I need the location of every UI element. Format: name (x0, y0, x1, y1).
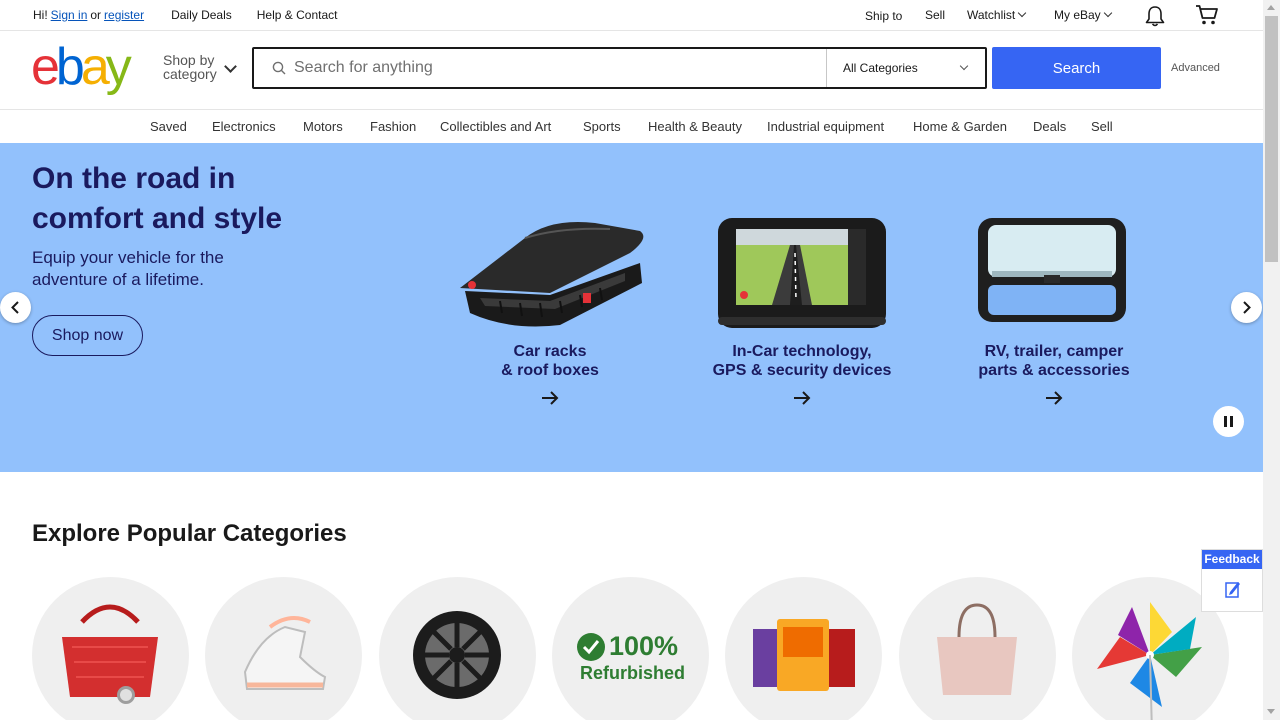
nav-item-health-beauty[interactable]: Health & Beauty (648, 119, 742, 134)
nav-item-fashion[interactable]: Fashion (370, 119, 416, 134)
arrow-right-icon (542, 391, 559, 405)
nav-item-collectibles-art[interactable]: Collectibles and Art (440, 119, 551, 134)
shop-by-category-button[interactable]: Shop by category (163, 53, 217, 81)
help-contact-link[interactable]: Help & Contact (257, 8, 338, 22)
tile-label-line1: In-Car technology, (732, 343, 872, 360)
watchlist-dropdown[interactable]: Watchlist (967, 8, 1027, 22)
logo-letter-y: y (105, 38, 132, 96)
main-header: ebay Shop by category All Categories Sea… (0, 31, 1263, 110)
refurbished-label: Refurbished (580, 663, 686, 683)
nav-item-sports[interactable]: Sports (583, 119, 621, 134)
refurbished-percent: 100% (609, 631, 679, 661)
carousel-pause-button[interactable] (1213, 406, 1244, 437)
search-input[interactable] (294, 57, 814, 79)
tile-label-line1: Car racks (513, 343, 587, 360)
nav-item-sell[interactable]: Sell (1091, 119, 1113, 134)
my-ebay-label: My eBay (1054, 8, 1101, 22)
pause-icon (1230, 416, 1233, 427)
logo-letter-b: b (55, 38, 85, 96)
sell-link[interactable]: Sell (925, 8, 945, 22)
hero-title: On the road in comfort and style (32, 162, 283, 235)
hero-tile-rv-trailer-parts[interactable]: RV, trailer, camper parts & accessories (934, 213, 1174, 433)
chevron-down-icon (1103, 8, 1112, 18)
category-nav: Saved Electronics Motors Fashion Collect… (0, 110, 1263, 143)
shop-now-button[interactable]: Shop now (32, 315, 143, 356)
scroll-up-arrow-icon[interactable] (1267, 5, 1275, 10)
logo-letter-a: a (80, 38, 110, 96)
watchlist-label: Watchlist (967, 8, 1016, 22)
tote-bag-icon (937, 603, 1017, 695)
bell-icon[interactable] (1144, 5, 1166, 27)
tile-label: RV, trailer, camper parts & accessories (934, 342, 1174, 380)
rv-window-image (978, 218, 1126, 322)
advanced-search-link[interactable]: Advanced (1171, 62, 1220, 74)
scrollbar-thumb[interactable] (1265, 16, 1278, 262)
tile-label-line2: parts & accessories (978, 362, 1130, 379)
nav-item-deals[interactable]: Deals (1033, 119, 1066, 134)
nav-item-industrial-equipment[interactable]: Industrial equipment (767, 119, 884, 134)
category-circle-sneakers[interactable] (205, 577, 362, 720)
cart-icon[interactable] (1195, 4, 1219, 26)
logo-letter-e: e (31, 38, 60, 96)
feedback-tab[interactable]: Feedback (1201, 549, 1263, 612)
chevron-left-icon (11, 301, 19, 314)
tile-label-line2: GPS & security devices (712, 362, 892, 379)
shop-by-line1: Shop by (163, 52, 215, 68)
hero-subtitle: Equip your vehicle for the adventure of … (32, 248, 224, 289)
daily-deals-link[interactable]: Daily Deals (171, 8, 232, 22)
category-circle-refurbished[interactable]: 100% Refurbished (552, 577, 709, 720)
sneaker-icon (243, 616, 327, 690)
greeting-text: Hi! (33, 8, 48, 22)
page-scrollbar[interactable] (1263, 0, 1280, 720)
nav-item-motors[interactable]: Motors (303, 119, 343, 134)
arrow-right-icon (1046, 391, 1063, 405)
ebay-logo[interactable]: ebay (31, 38, 132, 96)
tile-label: Car racks & roof boxes (430, 342, 670, 380)
tile-label-line1: RV, trailer, camper (984, 343, 1124, 360)
handbag-icon (62, 604, 158, 704)
search-icon (272, 61, 286, 75)
trading-cards-icon (753, 619, 855, 691)
wheel-icon (413, 611, 501, 699)
chevron-down-icon[interactable] (224, 60, 237, 73)
search-button[interactable]: Search (992, 47, 1161, 89)
greeting-group: Hi! Sign in or register Daily Deals Help… (33, 8, 337, 22)
ship-to-link[interactable]: Ship to (865, 9, 902, 23)
roof-box-image (460, 222, 644, 327)
category-circle-tote-bags[interactable] (899, 577, 1056, 720)
arrow-right-icon (794, 391, 811, 405)
search-bar: All Categories (252, 47, 987, 89)
sign-in-link[interactable]: Sign in (51, 8, 88, 22)
chevron-down-icon (959, 61, 969, 71)
nav-item-electronics[interactable]: Electronics (212, 119, 276, 134)
hero-tile-car-racks[interactable]: Car racks & roof boxes (430, 213, 670, 433)
chevron-right-icon (1243, 301, 1251, 314)
feedback-note-icon (1225, 582, 1240, 598)
category-circle-trading-cards[interactable] (725, 577, 882, 720)
tile-label: In-Car technology, GPS & security device… (682, 342, 922, 380)
register-link[interactable]: register (104, 8, 144, 22)
category-select-value: All Categories (843, 61, 918, 75)
category-select[interactable]: All Categories (826, 49, 987, 87)
explore-categories-title: Explore Popular Categories (32, 520, 347, 547)
hero-tile-in-car-technology[interactable]: In-Car technology, GPS & security device… (682, 213, 922, 433)
my-ebay-dropdown[interactable]: My eBay (1054, 8, 1112, 22)
category-circle-wheels[interactable] (379, 577, 536, 720)
tile-label-line2: & roof boxes (501, 362, 599, 379)
scroll-down-arrow-icon[interactable] (1267, 709, 1275, 714)
feedback-label: Feedback (1202, 550, 1262, 569)
nav-item-home-garden[interactable]: Home & Garden (913, 119, 1007, 134)
nav-item-saved[interactable]: Saved (150, 119, 187, 134)
top-utility-bar: Hi! Sign in or register Daily Deals Help… (0, 0, 1263, 31)
chevron-down-icon (1017, 8, 1027, 18)
or-text: or (90, 8, 102, 22)
carousel-prev-button[interactable] (0, 292, 31, 323)
pause-icon (1224, 416, 1227, 427)
shop-by-line2: category (163, 66, 217, 82)
hero-banner: On the road in comfort and style Equip y… (0, 143, 1263, 472)
category-circle-handbags[interactable] (32, 577, 189, 720)
gps-device-image (718, 218, 886, 328)
carousel-next-button[interactable] (1231, 292, 1262, 323)
